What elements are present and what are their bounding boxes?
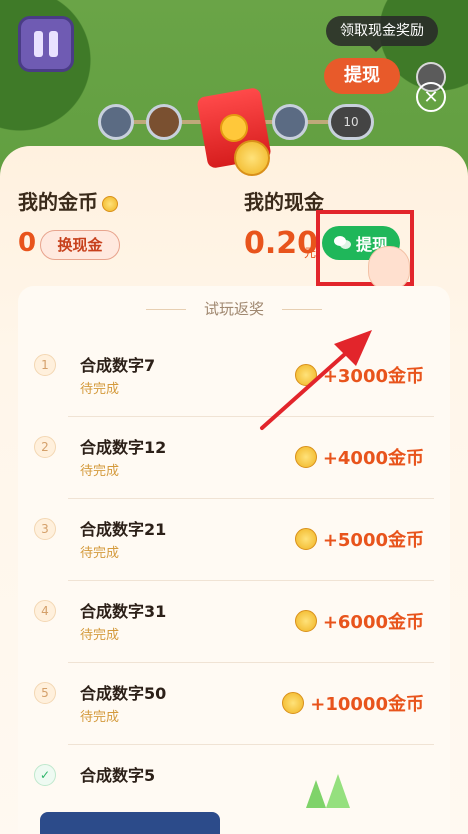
arrow-icon <box>260 330 372 430</box>
row-reward-text: +6000金币 <box>322 612 424 633</box>
plant-decoration <box>306 774 350 808</box>
packet-seal <box>217 111 251 145</box>
track-node-10: 10 <box>328 104 374 140</box>
row-reward: +5000金币 <box>294 526 424 552</box>
row-divider <box>68 498 434 499</box>
track-node <box>146 104 182 140</box>
close-icon: ✕ <box>423 86 439 108</box>
row-title: 合成数字7 <box>80 356 156 375</box>
close-button[interactable]: ✕ <box>416 82 446 112</box>
row-reward: +4000金币 <box>294 444 424 470</box>
hand-pointer-icon <box>368 246 410 290</box>
row-index: 1 <box>34 354 56 376</box>
gold-coin-icon <box>294 610 317 632</box>
row-divider <box>68 580 434 581</box>
gold-coin-icon <box>102 195 118 212</box>
gold-coin-icon <box>294 528 317 550</box>
coins-title: 我的金币 <box>18 190 98 214</box>
row-status: 待完成 <box>80 546 120 561</box>
row-reward-text: +5000金币 <box>322 530 424 551</box>
row-status: 待完成 <box>80 710 120 725</box>
cash-title: 我的现金 <box>244 190 324 214</box>
row-reward: +6000金币 <box>294 608 424 634</box>
track-node <box>98 104 134 140</box>
list-item[interactable]: 4 合成数字31 待完成 +6000金币 <box>30 598 434 680</box>
top-withdraw-button[interactable]: 提现 <box>324 58 400 94</box>
cash-unit: 元 <box>304 246 317 260</box>
gold-coin-icon <box>234 140 270 176</box>
list-item[interactable]: 3 合成数字21 待完成 +5000金币 <box>30 516 434 598</box>
row-reward: +10000金币 <box>282 690 424 716</box>
gold-coin-icon <box>294 446 317 468</box>
list-item[interactable]: 2 合成数字12 待完成 +4000金币 <box>30 434 434 516</box>
bottom-bar <box>40 812 220 834</box>
row-index: 4 <box>34 600 56 622</box>
gold-coin-icon <box>282 692 305 714</box>
row-title: 合成数字50 <box>80 684 167 703</box>
coins-value: 0 <box>18 228 37 258</box>
track-node <box>272 104 308 140</box>
row-index: 3 <box>34 518 56 540</box>
pause-button[interactable] <box>18 16 74 72</box>
pause-icon-bar <box>49 31 58 57</box>
exchange-cash-button[interactable]: 换现金 <box>40 230 120 260</box>
section-title: 试玩返奖 <box>203 300 264 318</box>
pause-icon <box>34 31 43 57</box>
row-index: 5 <box>34 682 56 704</box>
row-index: 2 <box>34 436 56 458</box>
row-title: 合成数字5 <box>80 766 156 785</box>
coins-title-wrap: 我的金币 <box>18 186 118 215</box>
row-reward-text: +4000金币 <box>322 448 424 469</box>
row-index-done: ✓ <box>34 764 56 786</box>
row-title: 合成数字31 <box>80 602 167 621</box>
row-status: 待完成 <box>80 382 120 397</box>
list-item[interactable]: 5 合成数字50 待完成 +10000金币 <box>30 680 434 762</box>
row-title: 合成数字12 <box>80 438 167 457</box>
row-title: 合成数字21 <box>80 520 167 539</box>
row-status: 待完成 <box>80 628 120 643</box>
row-status: 待完成 <box>80 464 120 479</box>
row-divider <box>68 744 434 745</box>
row-divider <box>68 662 434 663</box>
cash-reward-tooltip: 领取现金奖励 <box>326 16 438 52</box>
row-reward-text: +10000金币 <box>310 694 424 715</box>
